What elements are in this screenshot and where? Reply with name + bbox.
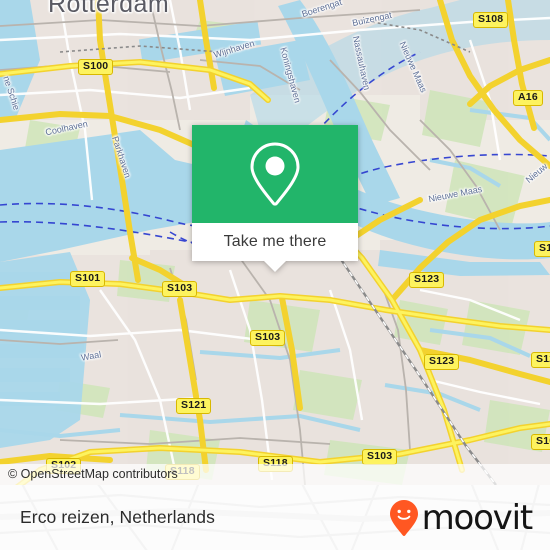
place-popup-card[interactable]: Take me there xyxy=(192,125,358,272)
map-shield-s121[interactable]: S121 xyxy=(176,398,212,414)
moovit-pin-smile-icon xyxy=(389,499,418,536)
map-canvas[interactable]: Rotterdam Wijnhaven Boerengat Buizengat … xyxy=(0,0,550,485)
take-me-there-button[interactable]: Take me there xyxy=(224,233,327,251)
map-shield-s123-a[interactable]: S123 xyxy=(409,272,445,288)
osm-attribution[interactable]: © OpenStreetMap contributors xyxy=(0,464,550,485)
map-shield-s1-clipped[interactable]: S1 xyxy=(534,241,550,257)
popup-image-area xyxy=(192,125,358,223)
place-title: Erco reizen, Netherlands xyxy=(20,507,215,527)
map-shield-s100[interactable]: S100 xyxy=(78,59,114,75)
map-shield-s103-b[interactable]: S103 xyxy=(250,330,286,346)
map-shield-s12-clipped[interactable]: S12 xyxy=(531,352,550,368)
map-shield-s103-c[interactable]: S103 xyxy=(362,449,398,465)
map-shield-a16[interactable]: A16 xyxy=(513,90,543,106)
map-shield-s10-clipped[interactable]: S10 xyxy=(531,434,550,450)
map-pin-icon xyxy=(250,142,300,206)
popup-tail-pointer xyxy=(264,261,286,272)
map-shield-s101[interactable]: S101 xyxy=(70,271,106,287)
moovit-brand-logo[interactable]: moovit xyxy=(389,497,534,538)
map-shield-s123-b[interactable]: S123 xyxy=(424,354,460,370)
moovit-wordmark: moovit xyxy=(421,497,534,538)
footer-bar: Erco reizen, Netherlands moovit xyxy=(0,485,550,550)
popup-action-area[interactable]: Take me there xyxy=(192,223,358,272)
map-shield-s108[interactable]: S108 xyxy=(473,12,509,28)
map-shield-s103-a[interactable]: S103 xyxy=(162,281,198,297)
screenshot-root: Rotterdam Wijnhaven Boerengat Buizengat … xyxy=(0,0,550,550)
